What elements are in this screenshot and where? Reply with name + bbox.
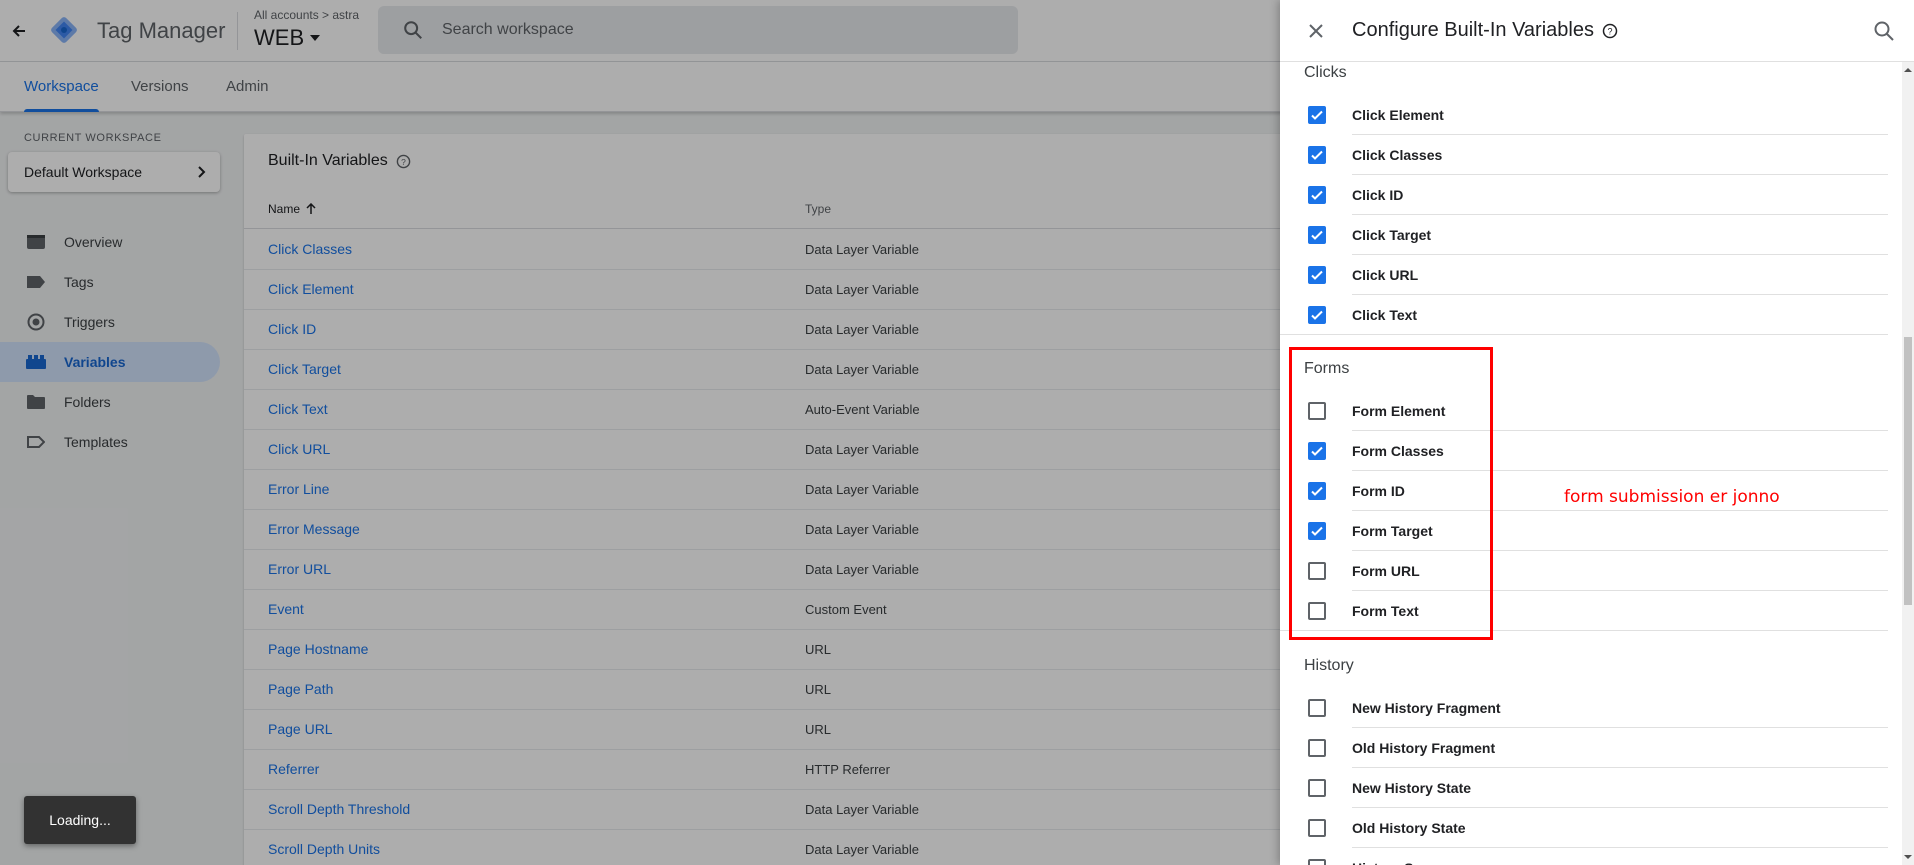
annotation-highlight-box: [1289, 347, 1493, 640]
variable-option[interactable]: Click ID: [1280, 175, 1900, 215]
variable-option-label: Click Element: [1352, 107, 1444, 123]
scroll-up-arrow-icon[interactable]: [1904, 66, 1912, 74]
variable-option-label: History Source: [1352, 860, 1452, 865]
variable-option-label: New History Fragment: [1352, 700, 1501, 716]
variable-option-label: Old History Fragment: [1352, 740, 1496, 756]
search-icon[interactable]: [1872, 19, 1896, 43]
variable-option[interactable]: Old History Fragment: [1280, 728, 1900, 768]
close-icon[interactable]: [1304, 19, 1328, 43]
variable-option[interactable]: Click Text: [1280, 295, 1900, 335]
help-icon[interactable]: ?: [1602, 23, 1618, 39]
checkbox-unchecked[interactable]: [1308, 859, 1326, 865]
checkbox-checked[interactable]: [1308, 226, 1326, 244]
checkbox-checked[interactable]: [1308, 146, 1326, 164]
section-title-clicks: Clicks: [1304, 64, 1347, 81]
checkmark-icon: [1311, 270, 1323, 280]
drawer-title: Configure Built-In Variables ?: [1352, 19, 1618, 42]
variable-option-label: New History State: [1352, 780, 1472, 796]
row-divider: [1280, 334, 1888, 335]
variable-option[interactable]: Click Element: [1280, 95, 1900, 135]
checkbox-checked[interactable]: [1308, 186, 1326, 204]
drawer-header: Configure Built-In Variables ?: [1280, 0, 1914, 62]
checkbox-checked[interactable]: [1308, 106, 1326, 124]
annotation-text: form submission er jonno: [1564, 487, 1780, 507]
checkmark-icon: [1311, 150, 1323, 160]
section-title-history: History: [1304, 657, 1354, 674]
drawer-title-text: Configure Built-In Variables: [1352, 19, 1594, 41]
variable-option[interactable]: Click URL: [1280, 255, 1900, 295]
checkmark-icon: [1311, 310, 1323, 320]
variable-option[interactable]: Click Target: [1280, 215, 1900, 255]
checkbox-unchecked[interactable]: [1308, 779, 1326, 797]
scroll-down-arrow-icon[interactable]: [1904, 853, 1912, 861]
loading-toast: Loading...: [24, 796, 136, 844]
checkbox-checked[interactable]: [1308, 306, 1326, 324]
checkbox-unchecked[interactable]: [1308, 699, 1326, 717]
checkbox-unchecked[interactable]: [1308, 819, 1326, 837]
scrollbar-thumb[interactable]: [1904, 337, 1912, 605]
variable-option[interactable]: History Source: [1280, 848, 1900, 865]
variable-option[interactable]: New History Fragment: [1280, 688, 1900, 728]
variable-option-label: Click Text: [1352, 307, 1418, 323]
variable-option-label: Click URL: [1352, 267, 1419, 283]
variable-option-label: Click Target: [1352, 227, 1432, 243]
variable-option[interactable]: New History State: [1280, 768, 1900, 808]
variable-option-label: Old History State: [1352, 820, 1466, 836]
variable-option[interactable]: Click Classes: [1280, 135, 1900, 175]
drawer-scrollbar[interactable]: [1902, 62, 1914, 865]
checkmark-icon: [1311, 190, 1323, 200]
checkbox-checked[interactable]: [1308, 266, 1326, 284]
checkmark-icon: [1311, 230, 1323, 240]
variable-option-label: Click Classes: [1352, 147, 1443, 163]
checkmark-icon: [1311, 110, 1323, 120]
variable-option-label: Click ID: [1352, 187, 1404, 203]
variable-option[interactable]: Old History State: [1280, 808, 1900, 848]
svg-text:?: ?: [1607, 26, 1612, 36]
checkbox-unchecked[interactable]: [1308, 739, 1326, 757]
